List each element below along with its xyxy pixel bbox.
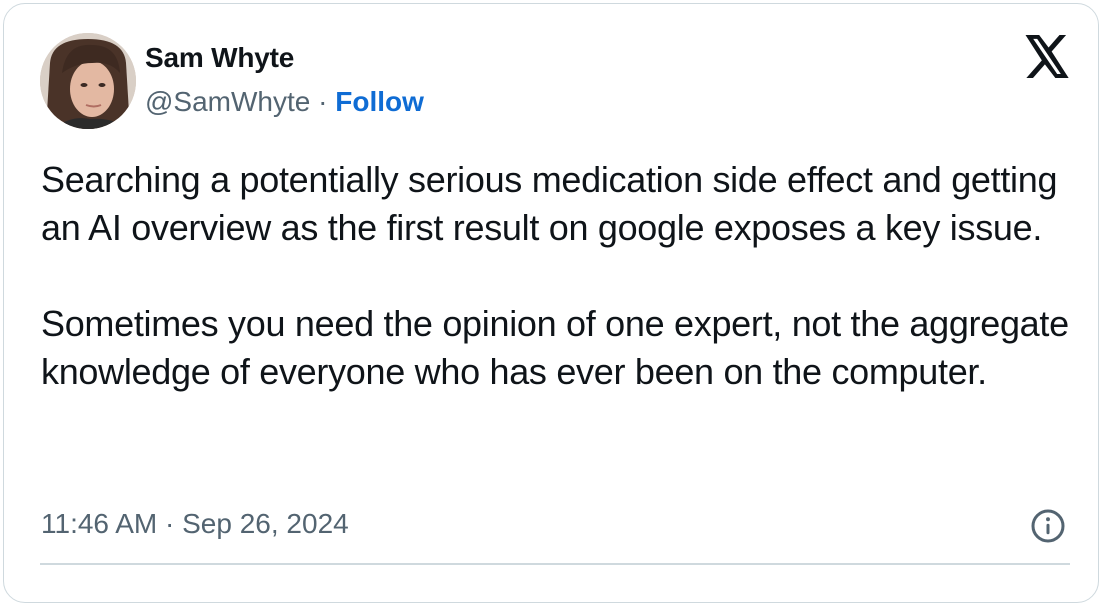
timestamp-separator: · [165, 508, 175, 539]
tweet-card: Sam Whyte @SamWhyte · Follow Searching a… [3, 3, 1099, 603]
author-subline: @SamWhyte · Follow [145, 86, 424, 118]
tweet-date[interactable]: Sep 26, 2024 [182, 508, 349, 539]
footer-divider [40, 563, 1070, 565]
x-logo-icon[interactable] [1023, 35, 1071, 79]
tweet-timestamp[interactable]: 11:46 AM · Sep 26, 2024 [41, 508, 349, 540]
handle-separator: · [318, 86, 328, 117]
follow-button[interactable]: Follow [335, 86, 424, 117]
info-icon[interactable] [1030, 508, 1066, 544]
author-handle[interactable]: @SamWhyte [145, 86, 310, 117]
tweet-text: Searching a potentially serious medicati… [41, 159, 1069, 392]
tweet-time[interactable]: 11:46 AM [41, 508, 157, 539]
author-name[interactable]: Sam Whyte [145, 42, 294, 74]
avatar[interactable] [40, 33, 136, 129]
